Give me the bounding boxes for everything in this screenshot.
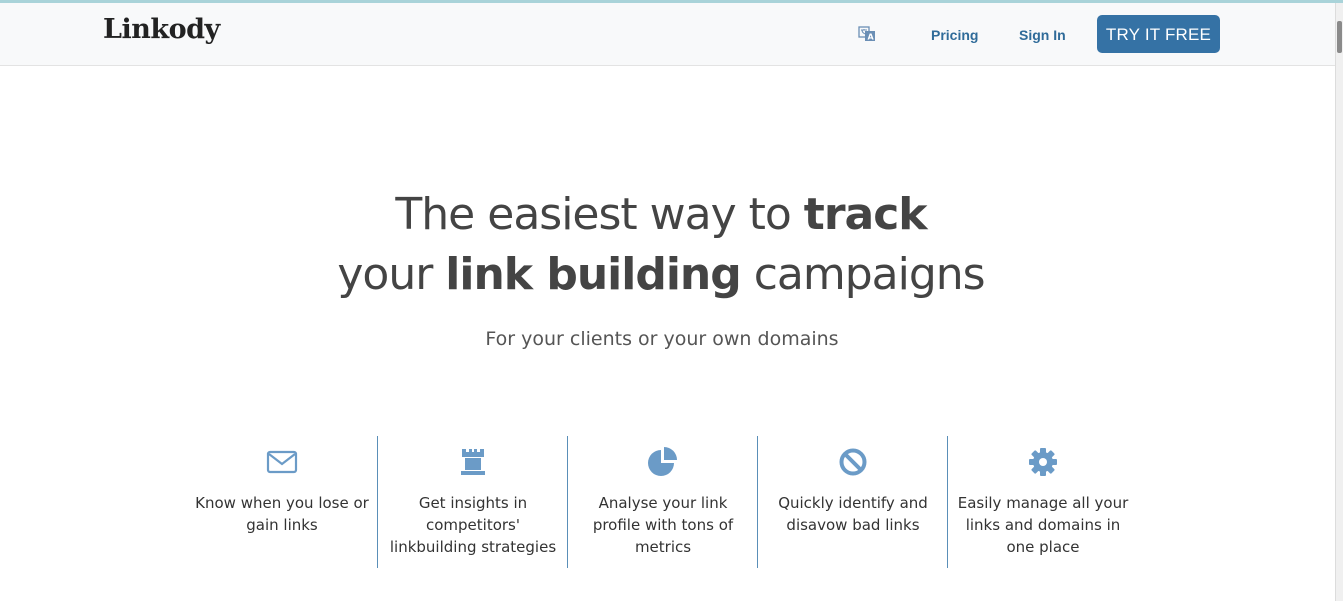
pie-chart-icon bbox=[648, 447, 677, 476]
feature-text: Get insights in competitors' linkbuildin… bbox=[389, 494, 557, 556]
hero-title-line-2: your link building campaigns bbox=[337, 249, 985, 300]
language-translate-icon[interactable]: A bbox=[858, 26, 876, 42]
features-row: Know when you lose or gain links Get ins… bbox=[187, 436, 1137, 568]
feature-text: Analyse your link profile with tons of m… bbox=[592, 494, 734, 556]
feature-text: Know when you lose or gain links bbox=[195, 494, 369, 534]
logo-text: Linkody bbox=[103, 14, 220, 45]
scrollbar[interactable] bbox=[1335, 3, 1343, 601]
feature-text: Easily manage all your links and domains… bbox=[957, 494, 1129, 556]
ban-icon bbox=[839, 448, 867, 476]
hero-title: The easiest way to track your link build… bbox=[0, 185, 1322, 305]
logo[interactable]: Linkody bbox=[103, 14, 220, 45]
feature-item-lose-gain-links: Know when you lose or gain links bbox=[187, 436, 377, 568]
gear-icon bbox=[1029, 448, 1057, 476]
nav-signin-link[interactable]: Sign In bbox=[1019, 27, 1066, 43]
hero-subtitle: For your clients or your own domains bbox=[485, 328, 839, 350]
hero-title-line-1: The easiest way to track bbox=[395, 189, 927, 240]
envelope-icon bbox=[266, 450, 298, 474]
feature-item-manage-links: Easily manage all your links and domains… bbox=[947, 436, 1138, 568]
try-it-free-button[interactable]: TRY IT FREE bbox=[1097, 15, 1220, 53]
rook-icon bbox=[461, 449, 485, 475]
feature-item-disavow-bad-links: Quickly identify and disavow bad links bbox=[757, 436, 948, 568]
feature-item-analyse-profile: Analyse your link profile with tons of m… bbox=[567, 436, 758, 568]
feature-text: Quickly identify and disavow bad links bbox=[778, 494, 928, 534]
navbar: Linkody A Pricing Sign In TRY IT FREE bbox=[0, 3, 1336, 66]
nav-pricing-link[interactable]: Pricing bbox=[931, 27, 978, 43]
svg-text:A: A bbox=[868, 33, 875, 42]
scrollbar-thumb[interactable] bbox=[1337, 21, 1342, 53]
feature-item-competitor-insights: Get insights in competitors' linkbuildin… bbox=[377, 436, 568, 568]
